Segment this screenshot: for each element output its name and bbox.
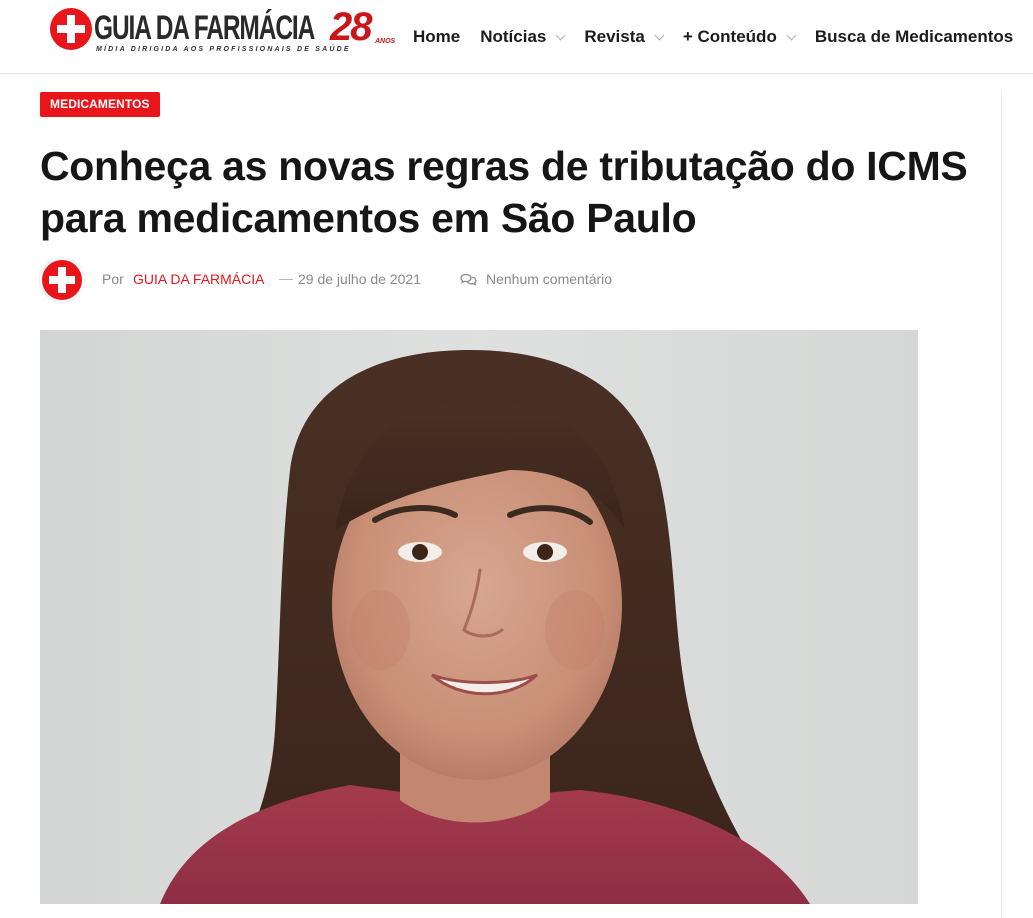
nav-item-revista[interactable]: Revista xyxy=(584,27,665,47)
featured-image xyxy=(40,330,918,904)
nav-item-label: Busca de Medicamentos xyxy=(814,27,1014,46)
nav-item-busca-medicamentos[interactable]: Busca de Medicamentos xyxy=(815,27,1013,47)
chevron-down-icon xyxy=(786,30,797,40)
comments-link[interactable]: Nenhum comentário xyxy=(460,271,612,287)
by-label: Por xyxy=(102,271,124,287)
chevron-down-icon xyxy=(555,30,566,40)
chevron-down-icon xyxy=(654,30,665,40)
article-title: Conheça as novas regras de tributação do… xyxy=(40,143,968,241)
logo-years-suffix: ANOS xyxy=(375,38,396,45)
logo-wordmark: GUIA DA FARMÁCIA xyxy=(94,9,315,47)
logo-tagline: MÍDIA DIRIGIDA AOS PROFISSIONAIS DE SAÚD… xyxy=(96,46,351,53)
author-link[interactable]: GUIA DA FARMÁCIA xyxy=(133,271,264,287)
comments-count-label: Nenhum comentário xyxy=(486,271,613,287)
site-logo[interactable]: GUIA DA FARMÁCIA 28 ANOS MÍDIA DIRIGIDA … xyxy=(50,5,395,58)
post-date: 29 de julho de 2021 xyxy=(298,271,421,287)
nav-item-noticias[interactable]: Notícias xyxy=(480,27,566,47)
red-cross-icon xyxy=(50,8,92,50)
nav-item-home[interactable]: Home xyxy=(413,27,460,47)
main-nav: Home Notícias Revista + Conteúdo Busca d… xyxy=(413,24,1013,50)
nav-item-label: + Conteúdo xyxy=(682,27,777,46)
logo-years: 28 xyxy=(330,5,372,49)
author-photo xyxy=(40,330,918,904)
category-badge[interactable]: MEDICAMENTOS xyxy=(40,92,160,117)
nav-item-label: Revista xyxy=(584,27,645,46)
nav-item-conteudo[interactable]: + Conteúdo xyxy=(682,27,797,47)
nav-item-label: Home xyxy=(413,27,461,46)
meta-separator: — xyxy=(279,270,293,286)
nav-item-label: Notícias xyxy=(480,27,547,46)
comments-icon xyxy=(460,273,477,286)
sidebar-divider xyxy=(1001,92,1002,918)
site-header: GUIA DA FARMÁCIA 28 ANOS MÍDIA DIRIGIDA … xyxy=(0,0,1033,74)
author-avatar[interactable] xyxy=(40,258,84,302)
article-meta: Por GUIA DA FARMÁCIA — 29 de julho de 20… xyxy=(40,258,940,302)
